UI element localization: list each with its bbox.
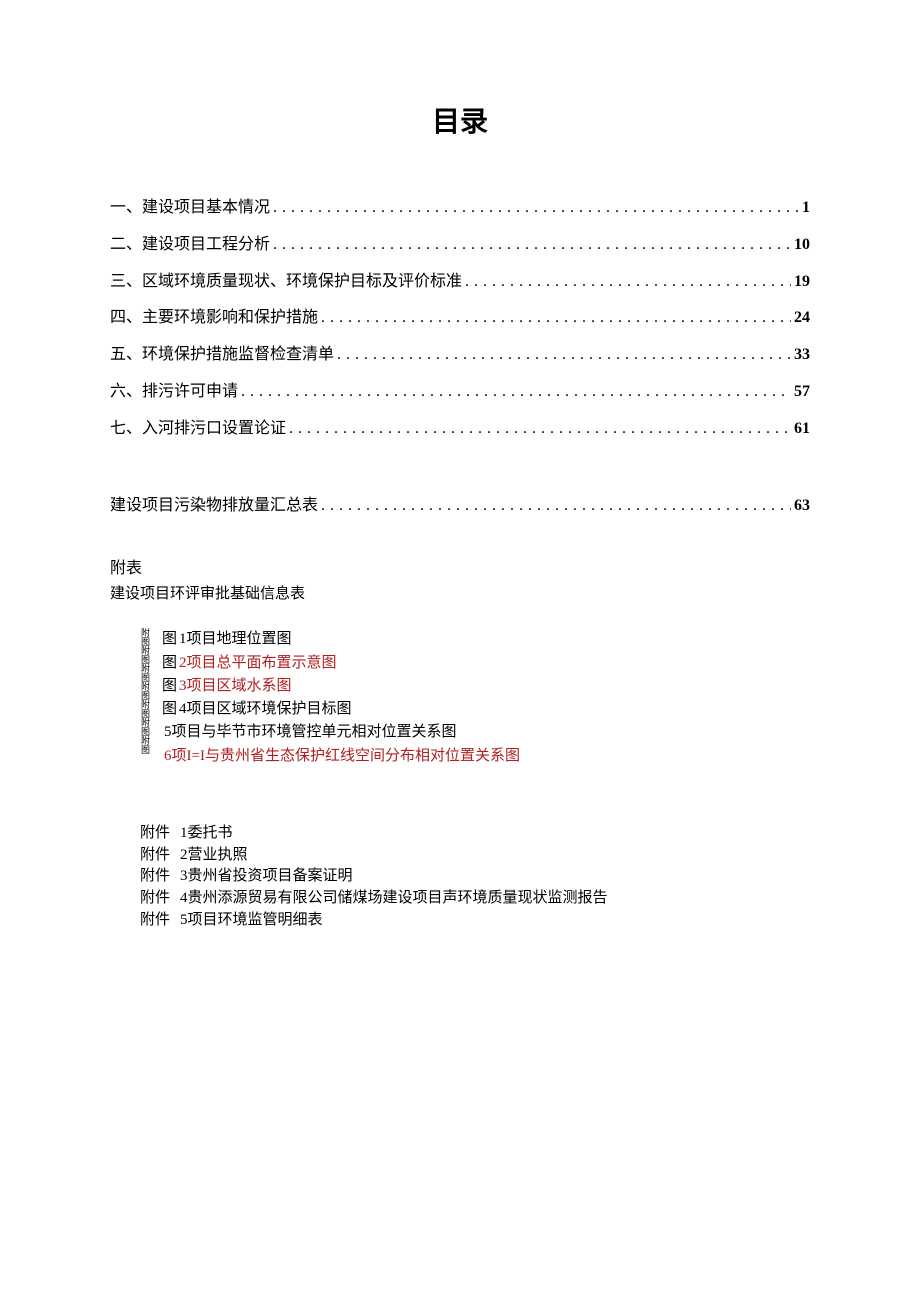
figures-section: 附图附图附图附图附图附图附图 图1项目地理位置图 图2项目总平面布置示意图 图3… <box>140 628 810 768</box>
figure-num: 4 <box>179 701 187 717</box>
figure-num: 5 <box>164 724 172 740</box>
attachment-item: 附件 3贵州省投资项目备案证明 <box>140 866 810 888</box>
toc-dots <box>241 374 791 411</box>
toc-dots <box>273 190 799 227</box>
figure-item: 5项目与毕节市环境管控单元相对位置关系图 <box>162 721 810 744</box>
toc-item: 四、主要环境影响和保护措施 24 <box>110 300 810 337</box>
attachment-prefix: 附件 <box>140 866 180 888</box>
attachment-item: 附件 2营业执照 <box>140 845 810 867</box>
figure-text: 项I=I与贵州省生态保护红线空间分布相对位置关系图 <box>172 748 520 764</box>
appendix-sub: 建设项目环评审批基础信息表 <box>110 582 810 603</box>
figures-list: 图1项目地理位置图 图2项目总平面布置示意图 图3项目区域水系图 图4项目区域环… <box>162 628 810 768</box>
toc-dots <box>289 411 791 448</box>
attachment-text: 委托书 <box>188 823 233 845</box>
toc-label: 五、环境保护措施监督检查清单 <box>110 337 334 374</box>
attachment-prefix: 附件 <box>140 888 180 910</box>
toc-label: 四、主要环境影响和保护措施 <box>110 300 318 337</box>
toc-label: 七、入河排污口设置论证 <box>110 411 286 448</box>
figure-text: 项目区域环境保护目标图 <box>187 701 352 717</box>
figure-text: 项目地理位置图 <box>187 631 292 647</box>
figure-item: 图3项目区域水系图 <box>162 675 810 698</box>
attachment-text: 贵州省投资项目备案证明 <box>188 866 353 888</box>
attachment-item: 附件 4贵州添源贸易有限公司储煤场建设项目声环境质量现状监测报告 <box>140 888 810 910</box>
toc-page: 19 <box>794 264 810 301</box>
figure-text: 项目总平面布置示意图 <box>187 655 337 671</box>
figure-prefix: 图 <box>162 701 177 717</box>
attachments-section: 附件 1委托书 附件 2营业执照 附件 3贵州省投资项目备案证明 附件 4贵州添… <box>140 823 810 932</box>
figure-num: 1 <box>179 631 187 647</box>
attachment-item: 附件 5项目环境监管明细表 <box>140 910 810 932</box>
toc-dots <box>273 227 791 264</box>
attachment-prefix: 附件 <box>140 845 180 867</box>
toc-dots <box>321 488 791 525</box>
attachment-num: 5 <box>180 910 188 932</box>
toc-label: 三、区域环境质量现状、环境保护目标及评价标准 <box>110 264 462 301</box>
attachment-item: 附件 1委托书 <box>140 823 810 845</box>
summary-label: 建设项目污染物排放量汇总表 <box>110 488 318 525</box>
page-title: 目录 <box>110 100 810 140</box>
attachment-text: 项目环境监管明细表 <box>188 910 323 932</box>
figure-num: 3 <box>179 678 187 694</box>
attachment-prefix: 附件 <box>140 823 180 845</box>
attachment-num: 2 <box>180 845 188 867</box>
toc-item: 建设项目污染物排放量汇总表 63 <box>110 488 810 525</box>
toc-page: 57 <box>794 374 810 411</box>
attachment-num: 4 <box>180 888 188 910</box>
figure-num: 6 <box>164 748 172 764</box>
toc-item: 七、入河排污口设置论证 61 <box>110 411 810 448</box>
toc-item: 二、建设项目工程分析 10 <box>110 227 810 264</box>
toc-section: 一、建设项目基本情况 1 二、建设项目工程分析 10 三、区域环境质量现状、环境… <box>110 190 810 448</box>
figure-text: 项目区域水系图 <box>187 678 292 694</box>
toc-page: 61 <box>794 411 810 448</box>
attachment-num: 3 <box>180 866 188 888</box>
toc-dots <box>465 264 791 301</box>
toc-page: 24 <box>794 300 810 337</box>
toc-item: 五、环境保护措施监督检查清单 33 <box>110 337 810 374</box>
summary-section: 建设项目污染物排放量汇总表 63 <box>110 488 810 525</box>
toc-label: 一、建设项目基本情况 <box>110 190 270 227</box>
figure-text: 项目与毕节市环境管控单元相对位置关系图 <box>172 724 457 740</box>
figure-item: 图4项目区域环境保护目标图 <box>162 698 810 721</box>
toc-page: 10 <box>794 227 810 264</box>
toc-dots <box>321 300 791 337</box>
attachment-num: 1 <box>180 823 188 845</box>
figure-num: 2 <box>179 655 187 671</box>
toc-label: 二、建设项目工程分析 <box>110 227 270 264</box>
toc-page: 33 <box>794 337 810 374</box>
figure-item: 6项I=I与贵州省生态保护红线空间分布相对位置关系图 <box>162 745 810 768</box>
toc-item: 一、建设项目基本情况 1 <box>110 190 810 227</box>
figure-prefix: 图 <box>162 678 177 694</box>
toc-label: 六、排污许可申请 <box>110 374 238 411</box>
toc-item: 六、排污许可申请 57 <box>110 374 810 411</box>
appendix-header: 附表 <box>110 554 810 578</box>
toc-dots <box>337 337 791 374</box>
toc-page: 1 <box>802 190 810 227</box>
toc-item: 三、区域环境质量现状、环境保护目标及评价标准 19 <box>110 264 810 301</box>
attachment-prefix: 附件 <box>140 910 180 932</box>
figure-item: 图1项目地理位置图 <box>162 628 810 651</box>
figures-vertical-label: 附图附图附图附图附图附图附图 <box>140 628 149 773</box>
figure-prefix: 图 <box>162 655 177 671</box>
attachment-text: 营业执照 <box>188 845 248 867</box>
summary-page: 63 <box>794 488 810 525</box>
figure-prefix: 图 <box>162 631 177 647</box>
figure-item: 图2项目总平面布置示意图 <box>162 652 810 675</box>
attachment-text: 贵州添源贸易有限公司储煤场建设项目声环境质量现状监测报告 <box>188 888 608 910</box>
